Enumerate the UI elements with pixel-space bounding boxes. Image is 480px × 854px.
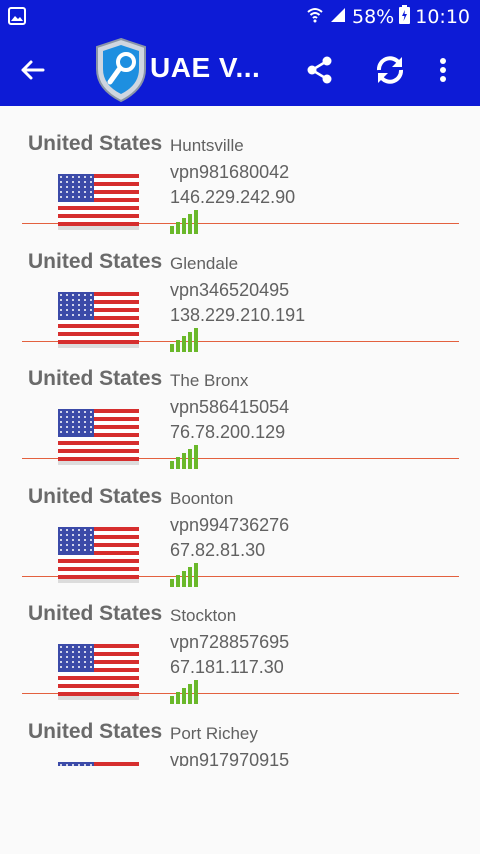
country-flag: [58, 761, 139, 766]
server-row[interactable]: United States The Bronx vpn586415054 76.…: [22, 341, 459, 469]
server-ip: 67.82.81.30: [170, 539, 266, 560]
server-country: United States: [28, 249, 163, 273]
server-city: Huntsville: [170, 136, 244, 155]
server-city: Glendale: [170, 253, 239, 273]
server-row[interactable]: United States Boonton vpn994736276 67.82…: [22, 459, 459, 587]
share-button[interactable]: [303, 53, 337, 87]
server-hostname: vpn994736276: [170, 514, 290, 535]
server-row[interactable]: United States Stockton vpn728857695 67.1…: [22, 576, 459, 704]
us-flag-icon: [58, 291, 139, 348]
refresh-icon: [377, 56, 403, 84]
server-city: Stockton: [170, 606, 237, 625]
us-flag-icon: [58, 761, 139, 766]
more-vert-icon: [440, 58, 446, 82]
shield-key-icon: [96, 37, 146, 103]
server-country: United States: [28, 132, 163, 155]
server-ip: 146.229.242.90: [170, 187, 296, 207]
server-city: Boonton: [170, 488, 234, 508]
server-country: United States: [28, 602, 163, 625]
app-bar: UAE V...: [0, 33, 480, 106]
server-city: The Bronx: [170, 371, 249, 390]
server-ip: 76.78.200.129: [170, 422, 286, 442]
arrow-left-icon: [21, 60, 45, 80]
server-hostname: vpn917970915: [170, 749, 290, 767]
server-city: Port Richey: [170, 723, 258, 743]
server-ip: 138.229.210.191: [170, 304, 306, 325]
server-list: United States Huntsville vpn981680042 14…: [0, 106, 480, 766]
clock: 10:10: [415, 6, 470, 28]
refresh-button[interactable]: [372, 53, 406, 87]
us-flag-icon: [58, 409, 139, 465]
app-title: UAE V...: [150, 52, 261, 83]
country-flag: [58, 174, 139, 230]
overflow-menu-button[interactable]: [436, 53, 470, 87]
server-hostname: vpn586415054: [170, 397, 290, 417]
server-ip: 67.181.117.30: [170, 657, 284, 677]
server-country: United States: [28, 719, 163, 743]
server-row[interactable]: United States Port Richey vpn917970915: [22, 694, 459, 767]
gallery-notification-icon: [8, 7, 26, 30]
country-flag: [58, 526, 139, 583]
wifi-icon: [306, 6, 324, 29]
battery-icon: [399, 5, 411, 29]
country-flag: [58, 291, 139, 348]
server-hostname: vpn981680042: [170, 162, 290, 182]
server-country: United States: [28, 484, 163, 508]
country-flag: [58, 409, 139, 465]
us-flag-icon: [58, 644, 139, 700]
country-flag: [58, 644, 139, 700]
cell-signal-icon: [329, 6, 347, 29]
back-button[interactable]: [18, 55, 48, 85]
share-icon: [307, 56, 332, 84]
us-flag-icon: [58, 526, 139, 583]
status-bar: 58% 10:10: [0, 0, 480, 33]
us-flag-icon: [58, 174, 139, 230]
battery-percent: 58%: [352, 6, 395, 28]
server-hostname: vpn346520495: [170, 279, 290, 300]
server-hostname: vpn728857695: [170, 632, 290, 652]
server-row[interactable]: United States Huntsville vpn981680042 14…: [22, 106, 459, 234]
app-logo: [93, 37, 149, 103]
server-row[interactable]: United States Glendale vpn346520495 138.…: [22, 224, 459, 352]
server-country: United States: [28, 367, 163, 390]
